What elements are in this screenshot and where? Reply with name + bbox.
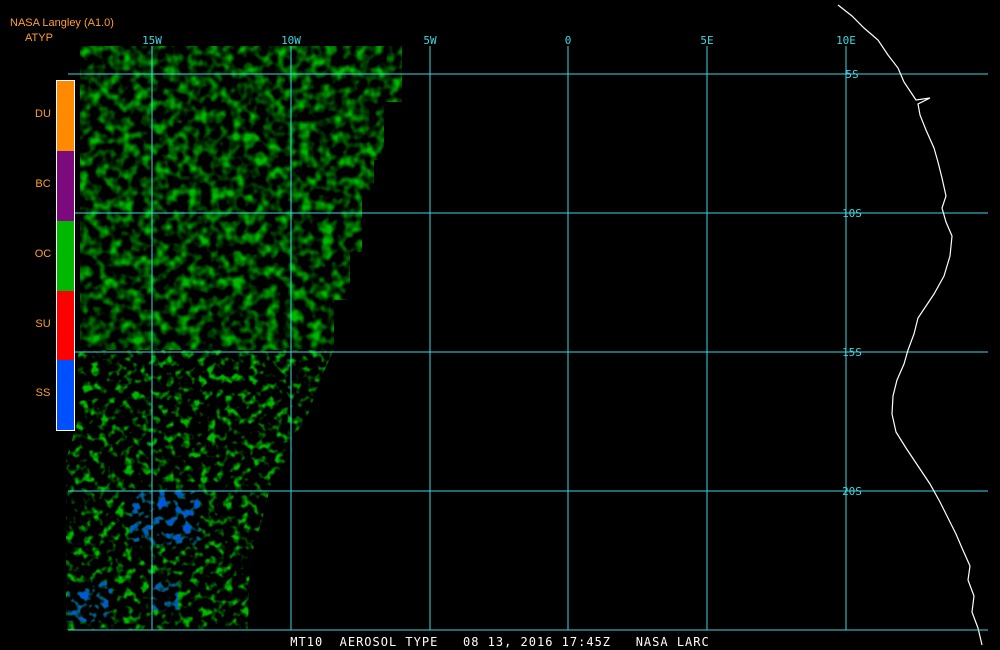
oc-region <box>80 46 402 350</box>
legend-swatch-bc <box>57 151 74 221</box>
header-product: ATYP <box>25 32 53 44</box>
legend-swatch-su <box>57 291 74 360</box>
legend-label-ss: SS <box>35 387 51 399</box>
parallel-label: 15S <box>842 346 862 359</box>
legend-label-oc: OC <box>34 248 52 260</box>
footer-caption: MT10 AEROSOL TYPE 08 13, 2016 17:45Z NAS… <box>290 635 710 649</box>
legend-swatch-ss <box>57 360 74 430</box>
meridian-label: 15W <box>142 34 162 47</box>
legend-swatch-du <box>57 81 74 151</box>
legend-colorbar <box>56 80 75 431</box>
parallel-label: 5S <box>845 68 858 81</box>
meridian-label: 10W <box>281 34 301 47</box>
header-title: NASA Langley (A1.0) <box>10 17 114 29</box>
parallel-label: 20S <box>842 485 862 498</box>
aerosol-swath <box>66 46 402 630</box>
aerosol-map: 15W 10W 5W 0 5E 10E 5S 10S 15S 20S <box>66 4 988 646</box>
meridian-label: 10E <box>836 34 856 47</box>
legend-label-bc: BC <box>35 178 51 190</box>
legend-label-su: SU <box>35 318 51 330</box>
legend-swatch-oc <box>57 221 74 291</box>
meridian-label: 5E <box>700 34 713 47</box>
parallel-label: 10S <box>842 207 862 220</box>
ss-region <box>68 582 112 622</box>
legend-label-du: DU <box>35 108 51 120</box>
ss-region <box>152 582 178 610</box>
meridian-label: 0 <box>565 34 572 47</box>
meridian-label: 5W <box>423 34 437 47</box>
ss-region <box>130 490 200 545</box>
coastline <box>837 4 983 646</box>
